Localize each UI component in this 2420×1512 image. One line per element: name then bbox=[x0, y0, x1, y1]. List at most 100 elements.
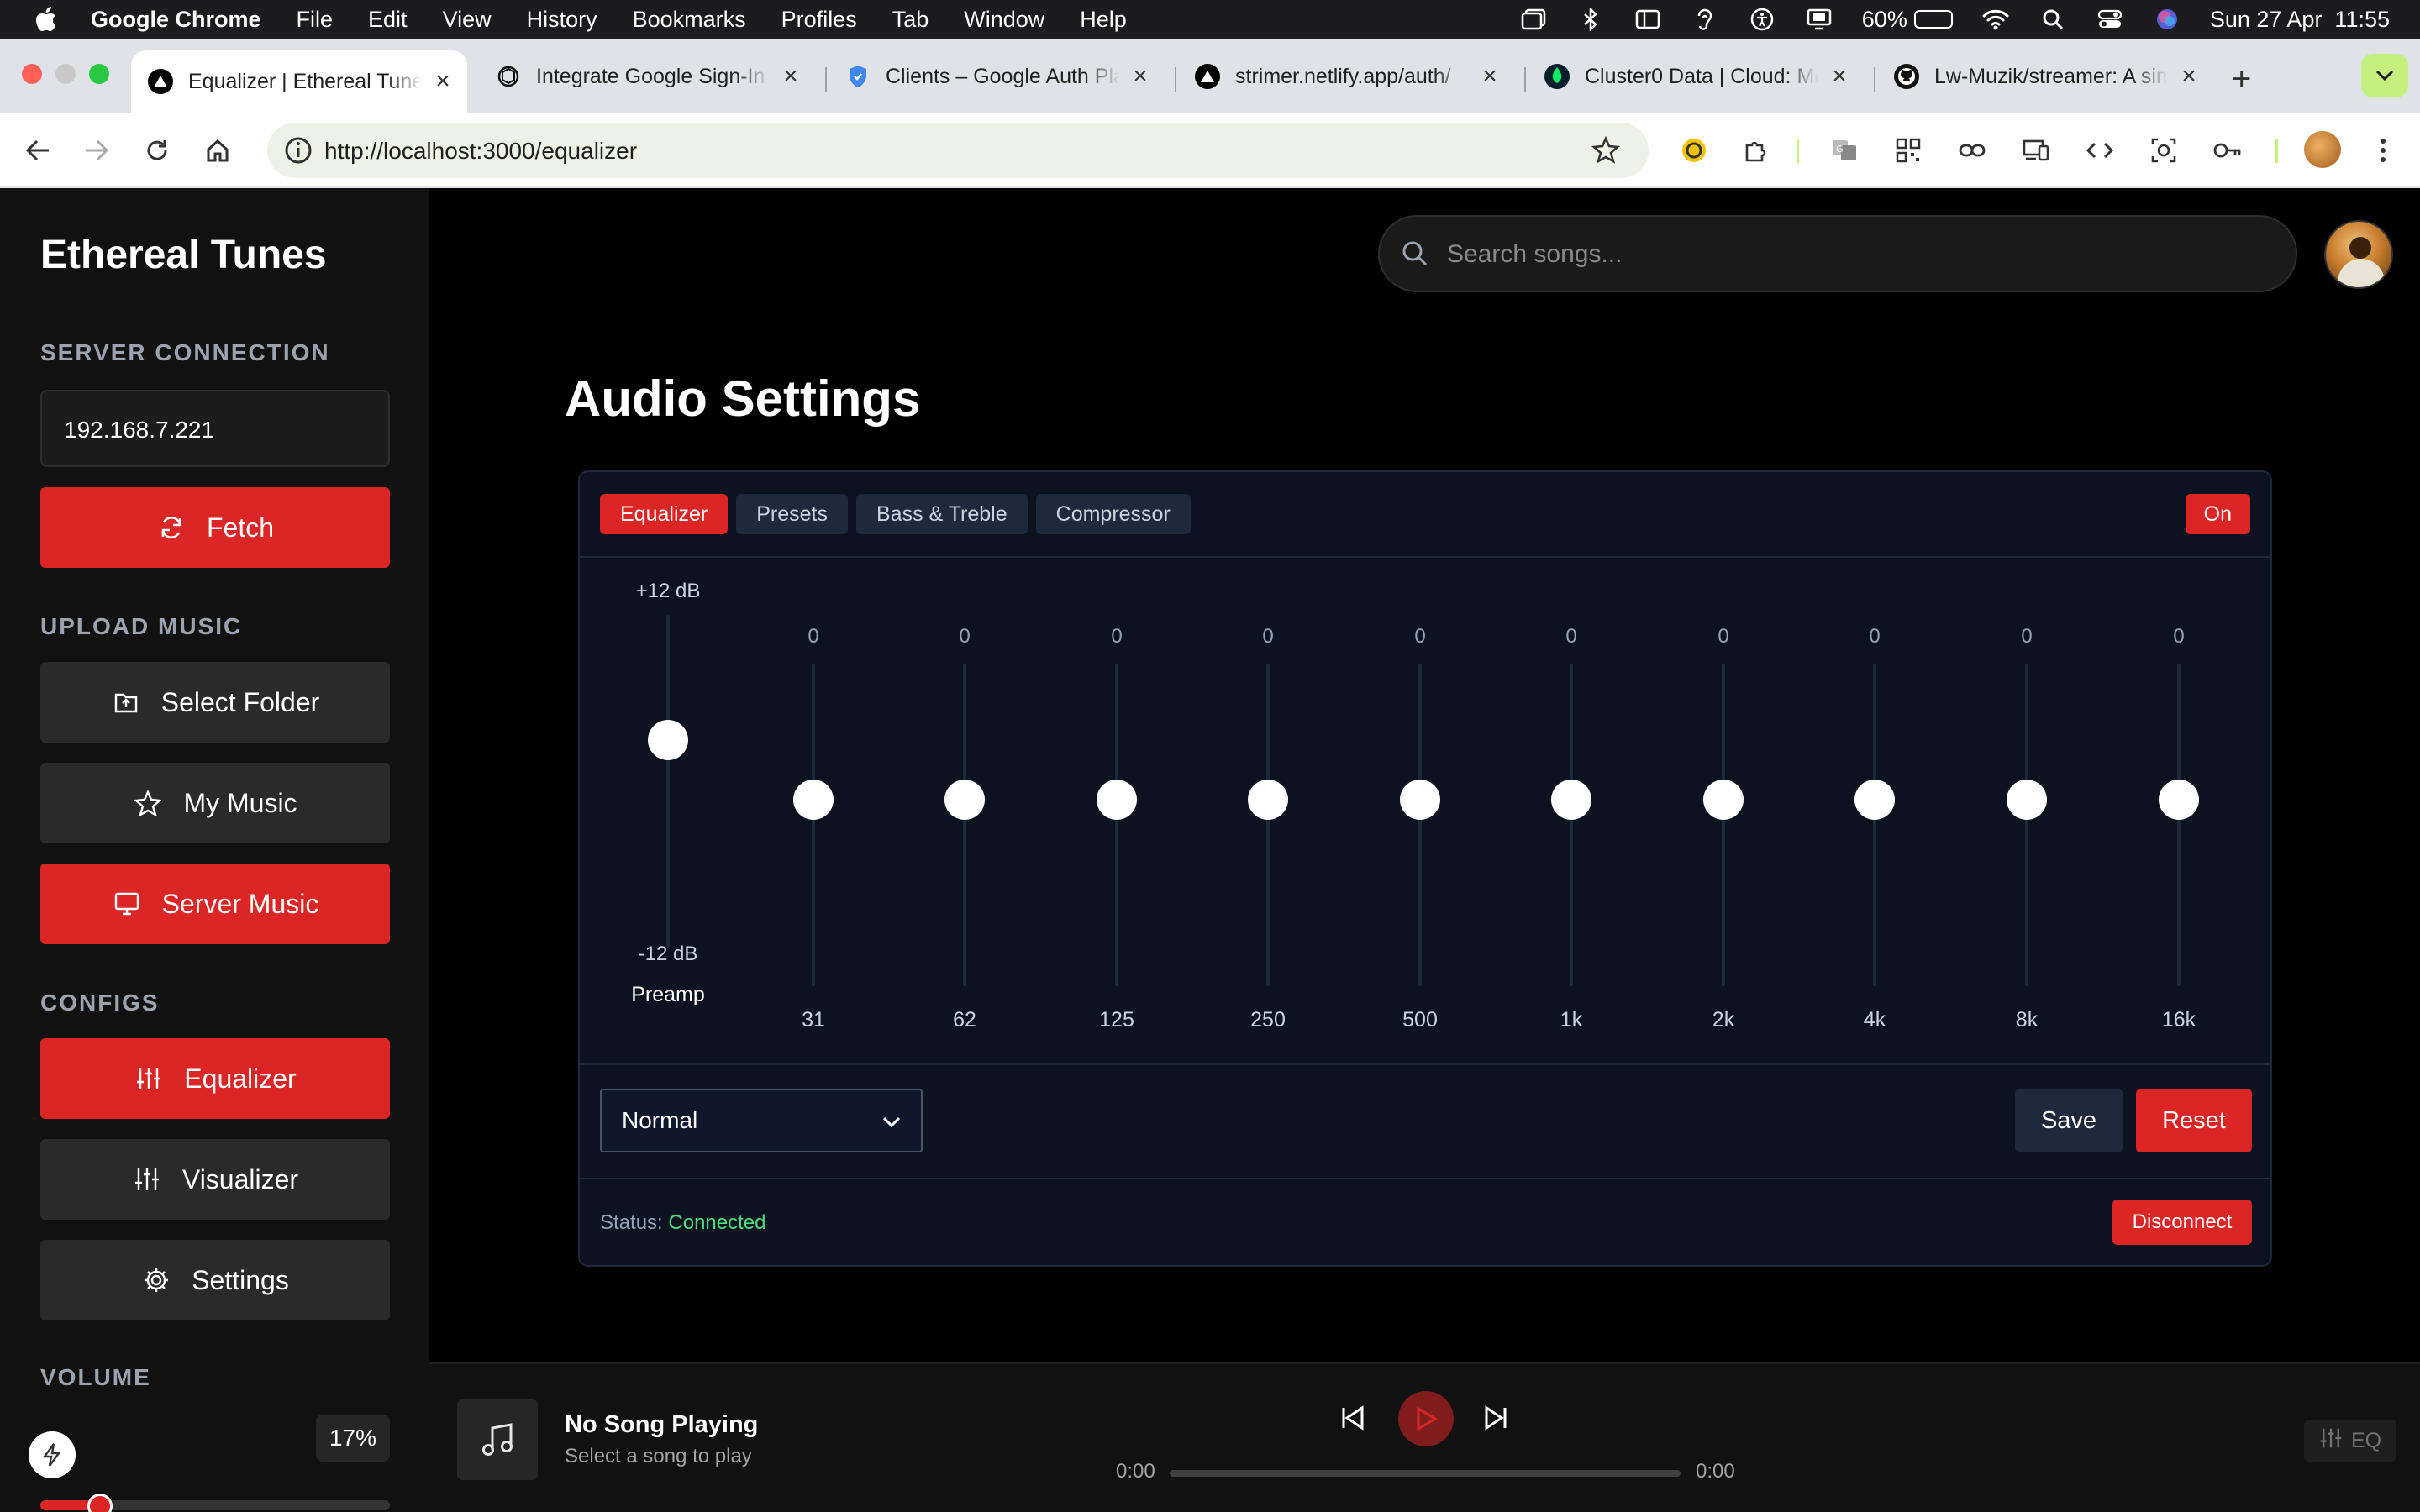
menu-file[interactable]: File bbox=[297, 7, 334, 33]
stage-manager-icon[interactable] bbox=[1519, 7, 1548, 32]
spotlight-search-icon[interactable] bbox=[2039, 7, 2067, 32]
menu-edit[interactable]: Edit bbox=[368, 7, 408, 33]
menu-view[interactable]: View bbox=[443, 7, 492, 33]
server-music-button[interactable]: Server Music bbox=[40, 864, 390, 944]
settings-nav-button[interactable]: Settings bbox=[40, 1240, 390, 1320]
minimize-window-button[interactable] bbox=[55, 64, 76, 84]
close-tab-icon[interactable]: × bbox=[778, 62, 803, 91]
extensions-puzzle-icon[interactable] bbox=[1738, 133, 1773, 168]
band-slider-track[interactable] bbox=[1873, 664, 1876, 986]
siri-icon[interactable] bbox=[2153, 7, 2181, 32]
tab-google-auth[interactable]: Clients – Google Auth Platform × bbox=[829, 50, 1165, 102]
brand-title[interactable]: Ethereal Tunes bbox=[40, 232, 327, 278]
band-slider-thumb[interactable] bbox=[1551, 780, 1591, 820]
playback-progress-bar[interactable] bbox=[1170, 1470, 1681, 1477]
song-search-bar[interactable] bbox=[1378, 215, 2297, 292]
band-slider-track[interactable] bbox=[1115, 664, 1118, 986]
save-button[interactable]: Save bbox=[2015, 1089, 2123, 1152]
maximize-window-button[interactable] bbox=[89, 64, 109, 84]
tab-bass-treble[interactable]: Bass & Treble bbox=[856, 494, 1028, 534]
accessibility-icon[interactable] bbox=[1748, 7, 1776, 32]
close-tab-icon[interactable]: × bbox=[1827, 62, 1852, 91]
tab-presets[interactable]: Presets bbox=[736, 494, 848, 534]
tab-mongodb[interactable]: Cluster0 Data | Cloud: MongoDB × bbox=[1528, 50, 1864, 102]
select-folder-button[interactable]: Select Folder bbox=[40, 662, 390, 743]
menu-window[interactable]: Window bbox=[964, 7, 1044, 33]
screenshot-camera-icon[interactable] bbox=[2146, 133, 2181, 168]
translate-icon[interactable]: G bbox=[1827, 133, 1862, 168]
skip-previous-icon[interactable] bbox=[1328, 1393, 1378, 1443]
band-slider-track[interactable] bbox=[1722, 664, 1725, 986]
volume-slider[interactable] bbox=[40, 1494, 390, 1512]
reset-button[interactable]: Reset bbox=[2136, 1089, 2252, 1152]
volume-slider-thumb[interactable] bbox=[87, 1494, 113, 1512]
band-slider-thumb[interactable] bbox=[1703, 780, 1744, 820]
menu-bookmarks[interactable]: Bookmarks bbox=[633, 7, 746, 33]
link-icon[interactable] bbox=[1954, 133, 1990, 168]
tab-google-signin[interactable]: Integrate Google Sign-In × bbox=[479, 50, 815, 102]
forward-arrow-icon[interactable] bbox=[77, 131, 116, 170]
menu-datetime[interactable]: Sun 27 Apr 11:55 bbox=[2210, 7, 2390, 33]
bluetooth-icon[interactable] bbox=[1576, 7, 1605, 32]
band-slider-thumb[interactable] bbox=[793, 780, 834, 820]
close-tab-icon[interactable]: × bbox=[1128, 62, 1153, 91]
battery-indicator[interactable]: 60% bbox=[1862, 7, 1953, 33]
band-slider-thumb[interactable] bbox=[2007, 780, 2047, 820]
menu-app-name[interactable]: Google Chrome bbox=[91, 7, 261, 33]
hearing-icon[interactable] bbox=[1691, 7, 1719, 32]
preamp-slider-thumb[interactable] bbox=[648, 719, 688, 760]
password-key-icon[interactable] bbox=[2210, 133, 2245, 168]
tab-github[interactable]: Lw-Muzik/streamer: A simple × bbox=[1877, 50, 2213, 102]
display-icon[interactable] bbox=[1805, 7, 1833, 32]
tab-equalizer[interactable]: Equalizer | Ethereal Tunes × bbox=[131, 50, 467, 113]
skip-next-icon[interactable] bbox=[1470, 1393, 1521, 1443]
server-ip-input[interactable]: 192.168.7.221 bbox=[40, 390, 390, 467]
preset-select[interactable]: Normal bbox=[600, 1089, 923, 1152]
code-brackets-icon[interactable] bbox=[2082, 133, 2118, 168]
close-tab-icon[interactable]: × bbox=[430, 67, 455, 96]
menu-tab[interactable]: Tab bbox=[892, 7, 929, 33]
tab-search-button[interactable] bbox=[2361, 54, 2408, 97]
sidebar-toggle-icon[interactable] bbox=[1634, 7, 1662, 32]
eq-toggle-button[interactable]: EQ bbox=[2304, 1420, 2396, 1462]
reload-icon[interactable] bbox=[138, 131, 176, 170]
apple-logo-icon[interactable] bbox=[34, 5, 59, 34]
equalizer-nav-button[interactable]: Equalizer bbox=[40, 1038, 390, 1119]
tab-compressor[interactable]: Compressor bbox=[1035, 494, 1191, 534]
close-tab-icon[interactable]: × bbox=[1477, 62, 1502, 91]
preamp-slider-track[interactable] bbox=[666, 615, 670, 948]
new-tab-button[interactable]: + bbox=[2232, 60, 2251, 98]
wifi-icon[interactable] bbox=[1981, 7, 2010, 32]
chrome-profile-avatar[interactable] bbox=[2304, 131, 2341, 168]
bookmark-star-icon[interactable] bbox=[1591, 135, 1621, 169]
band-slider-track[interactable] bbox=[1266, 664, 1270, 986]
control-center-icon[interactable] bbox=[2096, 7, 2124, 32]
back-arrow-icon[interactable] bbox=[18, 131, 57, 170]
band-slider-track[interactable] bbox=[2025, 664, 2028, 986]
band-slider-thumb[interactable] bbox=[1854, 780, 1895, 820]
tab-equalizer[interactable]: Equalizer bbox=[600, 494, 729, 534]
responsive-devices-icon[interactable] bbox=[2018, 133, 2054, 168]
home-icon[interactable] bbox=[198, 131, 237, 170]
qr-code-icon[interactable] bbox=[1891, 133, 1926, 168]
fetch-button[interactable]: Fetch bbox=[40, 487, 390, 568]
eq-power-toggle[interactable]: On bbox=[2185, 494, 2250, 534]
address-bar[interactable]: http://localhost:3000/equalizer bbox=[267, 123, 1649, 178]
menu-help[interactable]: Help bbox=[1080, 7, 1127, 33]
my-music-button[interactable]: My Music bbox=[40, 763, 390, 843]
band-slider-track[interactable] bbox=[812, 664, 815, 986]
menu-profiles[interactable]: Profiles bbox=[781, 7, 857, 33]
norton-extension-icon[interactable] bbox=[1676, 133, 1712, 168]
tab-strimer-netlify[interactable]: strimer.netlify.app/auth/ × bbox=[1178, 50, 1514, 102]
band-slider-thumb[interactable] bbox=[1097, 780, 1137, 820]
close-tab-icon[interactable]: × bbox=[2176, 62, 2202, 91]
lightning-icon[interactable] bbox=[29, 1431, 76, 1478]
menu-history[interactable]: History bbox=[527, 7, 597, 33]
band-slider-thumb[interactable] bbox=[2159, 780, 2199, 820]
chrome-menu-kebab-icon[interactable] bbox=[2365, 133, 2401, 168]
band-slider-track[interactable] bbox=[1418, 664, 1422, 986]
close-window-button[interactable] bbox=[22, 64, 42, 84]
search-input[interactable] bbox=[1447, 234, 2270, 276]
band-slider-thumb[interactable] bbox=[1248, 780, 1288, 820]
play-button[interactable] bbox=[1398, 1391, 1454, 1446]
